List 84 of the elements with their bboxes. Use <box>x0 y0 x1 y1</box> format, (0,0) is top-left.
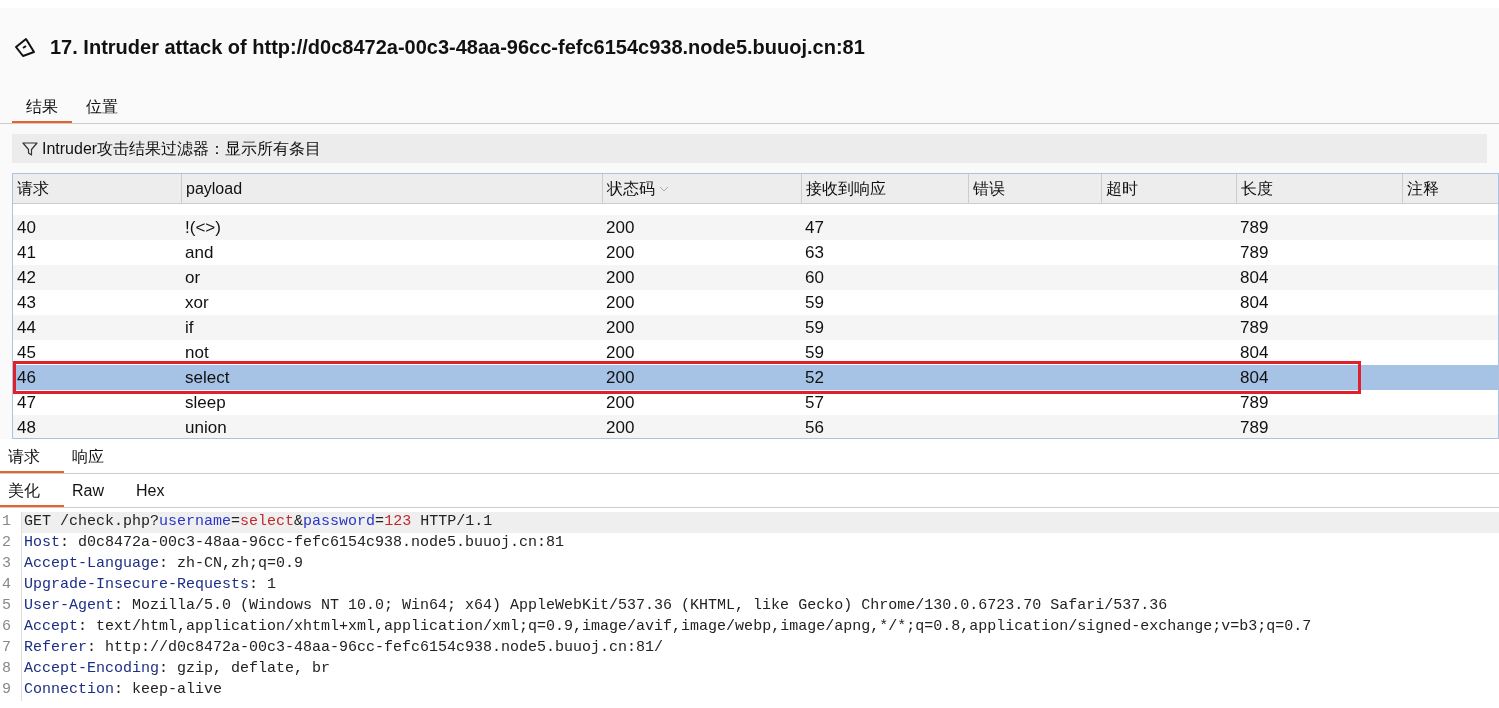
table-cell: select <box>185 367 230 387</box>
filter-bar[interactable]: Intruder攻击结果过滤器：显示所有条目 <box>12 134 1487 163</box>
column-header[interactable]: payload <box>181 174 602 203</box>
line-number: 8 <box>0 659 22 680</box>
table-cell: 47 <box>805 217 824 237</box>
code-line: Host: d0c8472a-00c3-48aa-96cc-fefc6154c938.node5.buuoj.cn:81 <box>23 533 566 554</box>
filter-label: Intruder攻击结果过滤器：显示所有条目 <box>42 138 322 159</box>
table-row[interactable]: 48 union 200 56 789 <box>13 415 1498 438</box>
sort-icon <box>659 185 669 192</box>
table-cell: or <box>185 267 201 287</box>
table-cell: if <box>185 317 194 337</box>
table-cell: 52 <box>805 367 824 387</box>
tab[interactable]: 位置 <box>72 93 132 123</box>
code-line: Referer: http://d0c8472a-00c3-48aa-96cc-fefc6154c938.node5.buuoj.cn:81/ <box>23 638 665 659</box>
table-cell: 804 <box>1240 267 1269 287</box>
table-cell: 40 <box>17 217 36 237</box>
line-number: 3 <box>0 554 22 575</box>
column-header[interactable]: 超时 <box>1101 174 1236 203</box>
target-icon <box>14 36 36 58</box>
line-number: 6 <box>0 617 22 638</box>
table-cell: 42 <box>17 267 36 287</box>
table-cell: 200 <box>606 342 635 362</box>
line-number: 2 <box>0 533 22 554</box>
tab[interactable]: Raw <box>64 477 128 507</box>
table-row[interactable]: 46 select 200 52 804 <box>13 365 1498 390</box>
table-cell: 57 <box>805 392 824 412</box>
code-line: Connection: keep-alive <box>23 680 224 701</box>
table-cell: 56 <box>805 417 824 437</box>
table-row[interactable]: 42 or 200 60 804 <box>13 265 1498 290</box>
window-title: 17. Intruder attack of http://d0c8472a-00c3-48aa-96cc-fefc6154c938.node5.buuoj.cn:81 <box>50 35 865 60</box>
table-row[interactable]: 44 if 200 59 789 <box>13 315 1498 340</box>
table-cell: 200 <box>606 417 635 437</box>
table-cell: not <box>185 342 209 362</box>
line-number: 4 <box>0 575 22 596</box>
code-line: Upgrade-Insecure-Requests: 1 <box>23 575 278 596</box>
table-cell: 789 <box>1240 417 1269 437</box>
table-cell: 200 <box>606 242 635 262</box>
table-cell: union <box>185 417 227 437</box>
column-header[interactable]: 错误 <box>968 174 1101 203</box>
column-header[interactable]: 接收到响应 <box>801 174 968 203</box>
table-cell: 200 <box>606 217 635 237</box>
tab[interactable]: Hex <box>128 477 192 507</box>
table-cell: 200 <box>606 392 635 412</box>
column-header[interactable]: 长度 <box>1236 174 1402 203</box>
line-number: 9 <box>0 680 22 701</box>
table-cell: 200 <box>606 367 635 387</box>
table-cell: 44 <box>17 317 36 337</box>
table-cell: 43 <box>17 292 36 312</box>
code-line: Accept: text/html,application/xhtml+xml,application/xml;q=0.9,image/avif,image/webp,image/apng,*/*;q=0.8,application/signed-exchange;v=b3;q=0.7 <box>23 617 1313 638</box>
column-header[interactable]: 请求 <box>13 174 181 203</box>
table-cell: 804 <box>1240 292 1269 312</box>
table-cell: and <box>185 242 214 262</box>
table-cell: sleep <box>185 392 226 412</box>
code-line: Accept-Encoding: gzip, deflate, br <box>23 659 332 680</box>
table-cell: 804 <box>1240 342 1269 362</box>
table-cell: !(<>) <box>185 217 221 237</box>
line-number: 5 <box>0 596 22 617</box>
column-header[interactable]: 状态码 <box>602 174 801 203</box>
table-cell: xor <box>185 292 209 312</box>
code-line: Accept-Language: zh-CN,zh;q=0.9 <box>23 554 305 575</box>
tab[interactable]: 响应 <box>64 443 128 473</box>
table-cell: 789 <box>1240 317 1269 337</box>
table-cell: 46 <box>17 367 36 387</box>
table-cell: 41 <box>17 242 36 262</box>
table-cell: 200 <box>606 292 635 312</box>
table-cell: 48 <box>17 417 36 437</box>
table-cell: 47 <box>17 392 36 412</box>
table-cell: 789 <box>1240 242 1269 262</box>
table-cell: 59 <box>805 317 824 337</box>
table-cell: 63 <box>805 242 824 262</box>
filter-icon <box>22 140 38 157</box>
table-cell: 804 <box>1240 367 1269 387</box>
table-cell: 789 <box>1240 392 1269 412</box>
table-cell: 200 <box>606 267 635 287</box>
table-cell: 45 <box>17 342 36 362</box>
table-row[interactable]: 40 !(<>) 200 47 789 <box>13 215 1498 240</box>
table-cell: 59 <box>805 342 824 362</box>
code-line: User-Agent: Mozilla/5.0 (Windows NT 10.0; Win64; x64) AppleWebKit/537.36 (KHTML, like Gecko) Chrome/130.0.6723.70 Safari/537.36 <box>23 596 1169 617</box>
table-cell: 59 <box>805 292 824 312</box>
table-cell: 200 <box>606 317 635 337</box>
table-cell: 789 <box>1240 217 1269 237</box>
table-cell: 60 <box>805 267 824 287</box>
column-header[interactable]: 注释 <box>1402 174 1498 203</box>
line-number: 7 <box>0 638 22 659</box>
